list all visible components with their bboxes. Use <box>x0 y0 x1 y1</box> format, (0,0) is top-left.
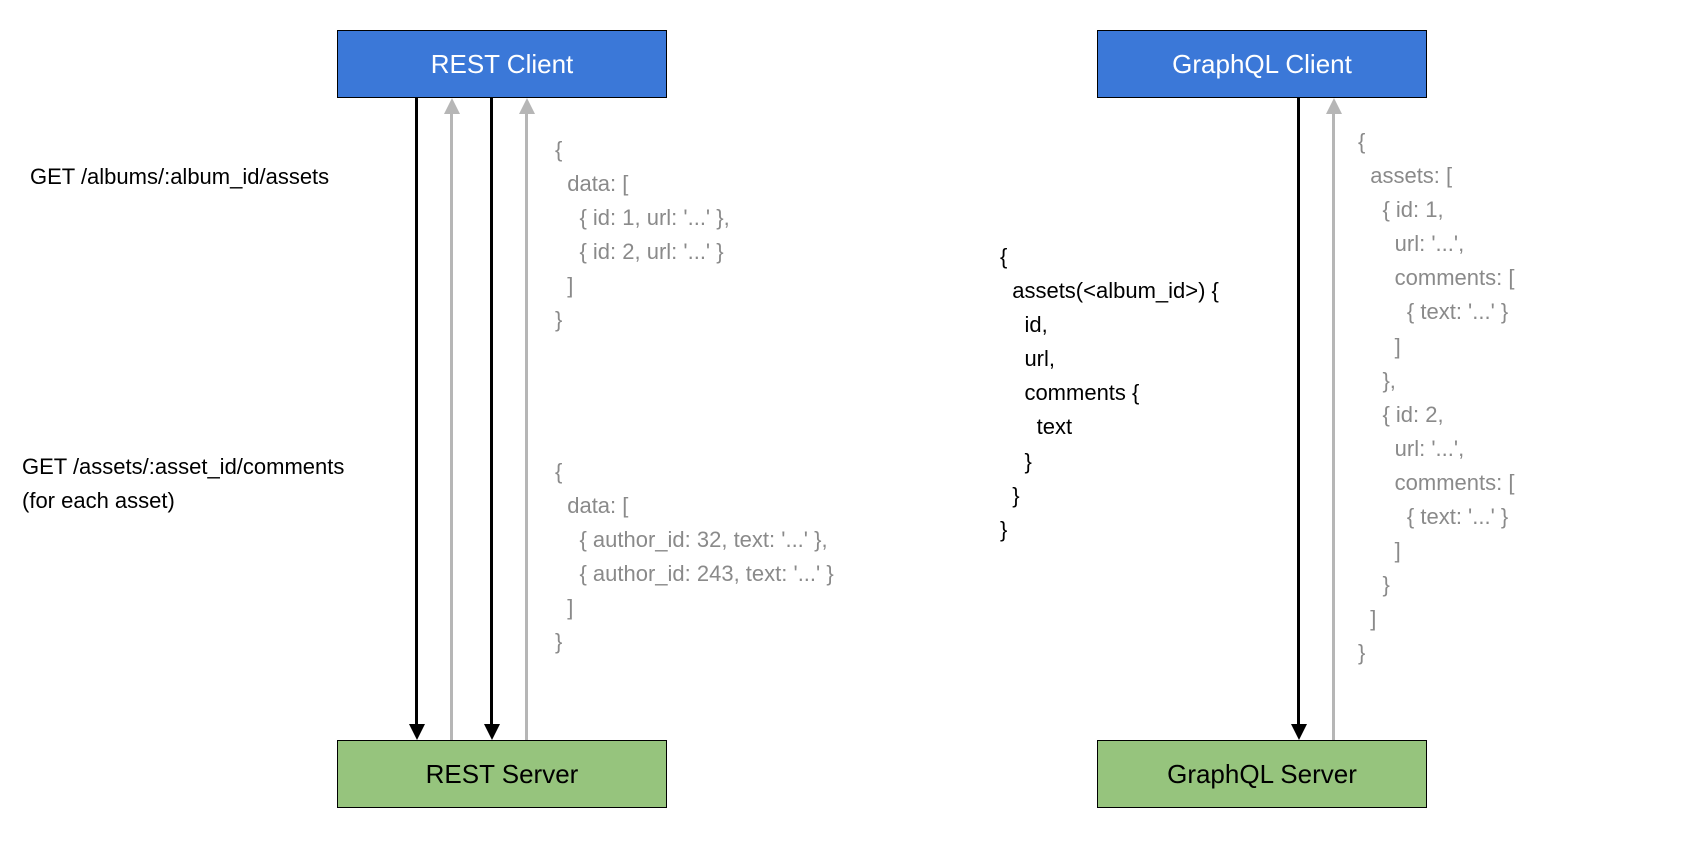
rest-client-label: REST Client <box>431 49 574 80</box>
rest-request1-text: GET /albums/:album_id/assets <box>30 160 329 194</box>
arrowhead-rest-resp1-up <box>444 98 460 114</box>
rest-server-box: REST Server <box>337 740 667 808</box>
rest-client-box: REST Client <box>337 30 667 98</box>
arrow-graphql-req-down <box>1297 98 1300 724</box>
arrow-rest-req1-down <box>415 98 418 724</box>
graphql-query-text: { assets(<album_id>) { id, url, comments… <box>1000 240 1219 547</box>
arrowhead-graphql-resp-up <box>1326 98 1342 114</box>
arrow-rest-req2-down <box>490 98 493 724</box>
graphql-server-label: GraphQL Server <box>1167 759 1357 790</box>
rest-request2-line2: (for each asset) <box>22 484 175 518</box>
graphql-server-box: GraphQL Server <box>1097 740 1427 808</box>
rest-server-label: REST Server <box>426 759 579 790</box>
arrowhead-rest-resp2-up <box>519 98 535 114</box>
arrowhead-rest-req1-down <box>409 724 425 740</box>
rest-response1-text: { data: [ { id: 1, url: '...' }, { id: 2… <box>555 133 730 338</box>
graphql-client-box: GraphQL Client <box>1097 30 1427 98</box>
graphql-response-text: { assets: [ { id: 1, url: '...', comment… <box>1358 125 1514 671</box>
arrow-rest-resp2-up <box>525 114 528 740</box>
rest-response2-text: { data: [ { author_id: 32, text: '...' }… <box>555 455 834 660</box>
graphql-client-label: GraphQL Client <box>1172 49 1352 80</box>
arrow-graphql-resp-up <box>1332 114 1335 740</box>
arrowhead-rest-req2-down <box>484 724 500 740</box>
arrowhead-graphql-req-down <box>1291 724 1307 740</box>
rest-request2-line1: GET /assets/:asset_id/comments <box>22 450 344 484</box>
arrow-rest-resp1-up <box>450 114 453 740</box>
